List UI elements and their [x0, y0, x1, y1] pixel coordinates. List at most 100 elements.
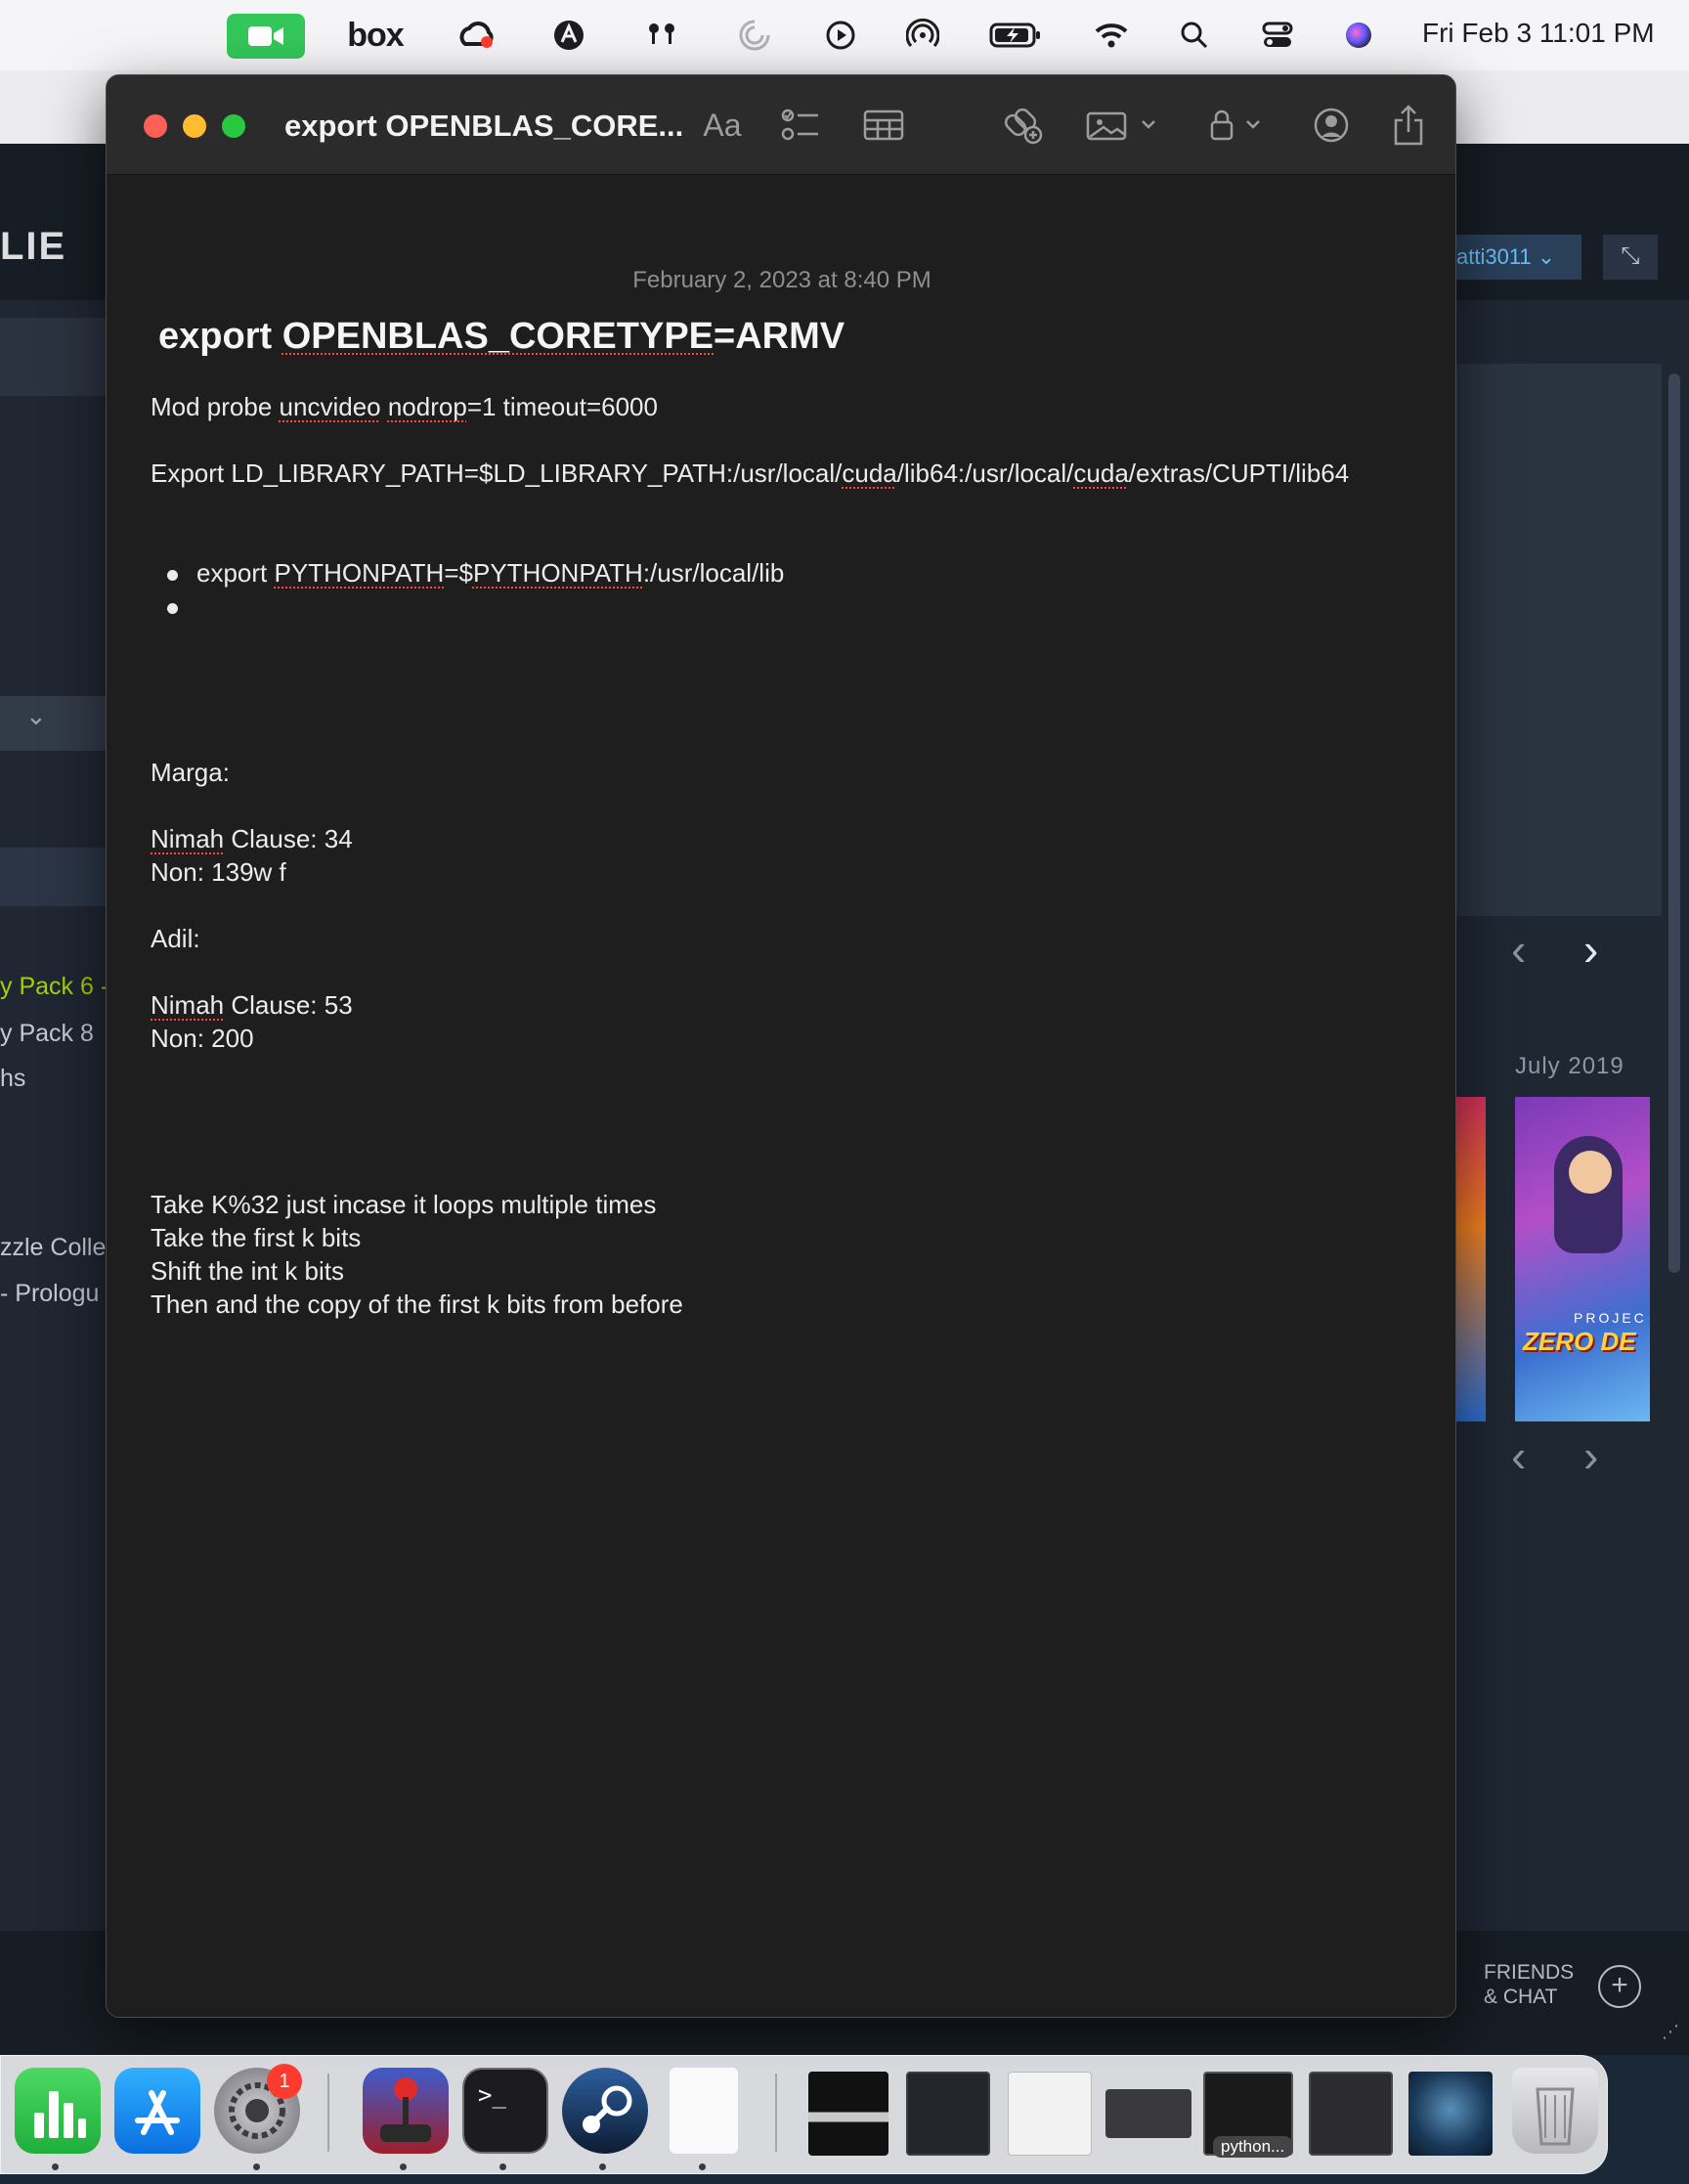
note-line[interactable]: Take K%32 just incase it loops multiple … — [151, 1190, 656, 1220]
media-icon[interactable] — [1084, 103, 1162, 148]
loading-icon[interactable] — [733, 14, 776, 57]
resize-grip-icon[interactable]: ⋰ — [1662, 2022, 1679, 2042]
menu-bar-clock[interactable]: Fri Feb 3 11:01 PM — [1422, 18, 1655, 49]
document-icon[interactable] — [670, 2068, 738, 2154]
box-icon[interactable]: box — [346, 14, 405, 57]
steam-game-item[interactable]: zzle Colle — [0, 1234, 106, 1262]
lock-icon[interactable] — [1206, 103, 1271, 148]
steam-featured-panel — [1456, 364, 1662, 916]
minimize-button[interactable] — [183, 114, 206, 138]
steam-game-item[interactable]: - Prologu — [0, 1280, 99, 1308]
dock-separator — [775, 2074, 777, 2152]
siri-icon[interactable] — [1337, 14, 1380, 57]
running-indicator — [400, 2163, 407, 2170]
notes-window: export OPENBLAS_CORE... Aa February 2, 2… — [106, 74, 1456, 2018]
trash-icon[interactable] — [1512, 2068, 1598, 2154]
wifi-icon[interactable] — [1090, 14, 1133, 57]
joystick-app-icon[interactable] — [363, 2068, 449, 2154]
steam-game-item[interactable]: y Pack 6 - — [0, 973, 108, 1001]
friends-chat-button[interactable]: FRIENDS & CHAT — [1484, 1960, 1574, 2009]
steam-icon[interactable] — [562, 2068, 648, 2154]
text-span: :/usr/local/lib — [642, 558, 785, 588]
minimized-window-thumbnail[interactable] — [1105, 2089, 1191, 2138]
facetime-icon[interactable] — [227, 14, 305, 59]
fullscreen-icon[interactable]: ⤡ — [1603, 235, 1658, 280]
airpods-icon[interactable] — [640, 14, 683, 57]
text-span: =$ — [444, 558, 473, 588]
link-icon[interactable] — [1001, 103, 1046, 148]
minimized-window-thumbnail[interactable] — [906, 2072, 990, 2156]
running-indicator — [599, 2163, 606, 2170]
steam-library-label[interactable]: LIE — [0, 225, 66, 269]
misspelled-word: Nimah — [151, 824, 225, 853]
note-line[interactable]: Shift the int k bits — [151, 1256, 344, 1287]
creative-cloud-icon[interactable] — [455, 14, 499, 57]
steam-game-art[interactable]: PROJEC ZERO DE — [1515, 1097, 1650, 1421]
text-span: Export LD_LIBRARY_PATH=$LD_LIBRARY_PATH:… — [151, 459, 843, 488]
note-line[interactable]: Non: 139w f — [151, 857, 286, 888]
maximize-button[interactable] — [222, 114, 245, 138]
note-line[interactable]: Export LD_LIBRARY_PATH=$LD_LIBRARY_PATH:… — [151, 459, 1349, 489]
friends-label: FRIENDS — [1484, 1961, 1575, 1984]
steam-library-sidebar: ⌄ y Pack 6 - y Pack 8 hs zzle Colle - Pr… — [0, 300, 108, 2001]
avast-icon[interactable] — [547, 14, 590, 57]
chevron-left-icon[interactable]: ‹ — [1511, 923, 1526, 976]
note-line[interactable]: Adil: — [151, 924, 200, 954]
chevron-right-icon[interactable]: › — [1583, 923, 1598, 976]
minimized-window-thumbnail[interactable] — [808, 2072, 888, 2156]
steam-game-item[interactable]: y Pack 8 — [0, 1020, 94, 1048]
numbers-icon[interactable] — [15, 2068, 101, 2154]
checklist-icon[interactable] — [779, 103, 822, 148]
note-line[interactable]: Then and the copy of the first k bits fr… — [151, 1289, 683, 1320]
note-heading[interactable]: export OPENBLAS_CORETYPE=ARMV — [158, 316, 844, 358]
format-icon: Aa — [703, 107, 742, 143]
scrollbar-thumb[interactable] — [1668, 373, 1680, 1273]
running-indicator — [253, 2163, 260, 2170]
table-icon[interactable] — [861, 103, 906, 148]
note-line[interactable]: Nimah Clause: 53 — [151, 990, 353, 1021]
dock: 1 >_ python... — [0, 2055, 1608, 2174]
battery-icon[interactable] — [987, 14, 1044, 57]
app-store-icon[interactable] — [114, 2068, 200, 2154]
text-span: Clause: 34 — [224, 824, 353, 853]
chevron-right-icon[interactable]: › — [1583, 1429, 1598, 1482]
misspelled-word: nodrop — [387, 392, 467, 421]
note-line[interactable]: Nimah Clause: 34 — [151, 824, 353, 854]
steam-home-row[interactable] — [0, 318, 108, 396]
game-art-title: ZERO DE — [1523, 1327, 1636, 1356]
minimized-window-thumbnail[interactable] — [1008, 2072, 1092, 2156]
chevron-left-icon[interactable]: ‹ — [1511, 1429, 1526, 1482]
share-icon[interactable] — [1389, 103, 1428, 148]
steam-game-item[interactable]: hs — [0, 1065, 25, 1093]
steam-shelf-date: July 2019 — [1515, 1053, 1624, 1079]
list-item[interactable]: export PYTHONPATH=$PYTHONPATH:/usr/local… — [196, 558, 784, 589]
play-icon[interactable] — [819, 14, 862, 57]
airdrop-icon[interactable] — [901, 14, 944, 57]
chevron-down-icon[interactable]: ⌄ — [25, 701, 47, 731]
note-line[interactable]: Take the first k bits — [151, 1223, 361, 1253]
note-line[interactable]: Non: 200 — [151, 1024, 254, 1054]
control-center-icon[interactable] — [1256, 14, 1299, 57]
search-icon[interactable] — [1173, 14, 1216, 57]
note-editor[interactable]: February 2, 2023 at 8:40 PM export OPENB… — [107, 175, 1455, 2017]
add-friend-icon[interactable]: + — [1598, 1965, 1641, 2008]
note-date: February 2, 2023 at 8:40 PM — [632, 267, 931, 293]
note-line[interactable]: Marga: — [151, 758, 230, 788]
heading-part: =ARMV — [714, 316, 845, 357]
format-button[interactable]: Aa — [698, 103, 747, 148]
collaborate-icon[interactable] — [1309, 103, 1354, 148]
misspelled-word: uncvideo — [279, 392, 381, 421]
text-span: /lib64:/usr/local/ — [896, 459, 1074, 488]
minimized-window-thumbnail[interactable] — [1408, 2072, 1493, 2156]
close-button[interactable] — [144, 114, 167, 138]
menu-bar: box Fri Feb 3 11:01 PM — [0, 0, 1689, 70]
terminal-icon[interactable]: >_ — [462, 2068, 548, 2154]
steam-filter-strip — [0, 848, 108, 906]
note-line[interactable]: Mod probe uncvideo nodrop=1 timeout=6000 — [151, 392, 658, 422]
steam-collection-select[interactable] — [0, 696, 108, 751]
misspelled-word: Nimah — [151, 990, 225, 1020]
dock-separator — [327, 2074, 329, 2152]
minimized-window-thumbnail[interactable] — [1309, 2072, 1393, 2156]
steam-game-art[interactable] — [1456, 1097, 1486, 1421]
steam-user-menu[interactable]: atti3011 ⌄ — [1437, 235, 1581, 280]
